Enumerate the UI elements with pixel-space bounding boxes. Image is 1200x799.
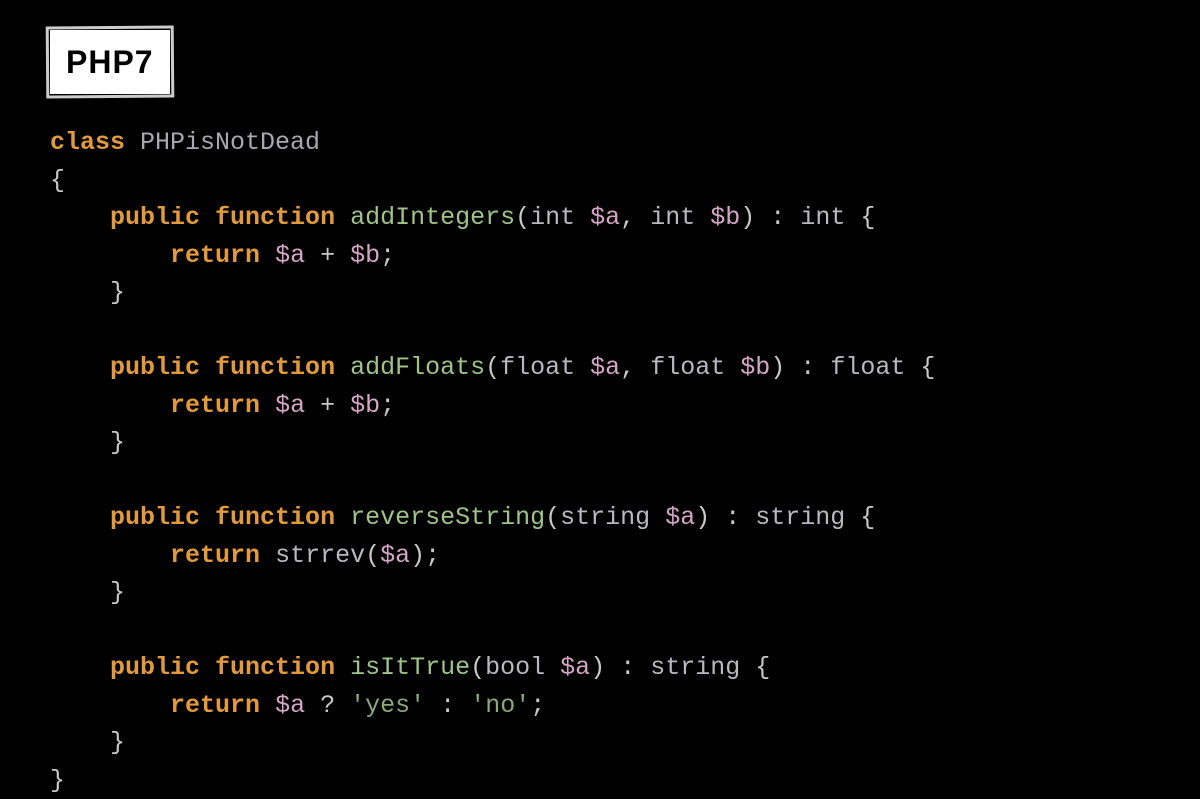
function-name: addFloats bbox=[350, 353, 485, 382]
var: $a bbox=[380, 541, 410, 570]
keyword-public: public bbox=[110, 653, 200, 682]
param-var: $a bbox=[560, 653, 590, 682]
keyword-return: return bbox=[170, 391, 260, 420]
var: $a bbox=[275, 241, 305, 270]
param-type: int bbox=[650, 203, 695, 232]
keyword-return: return bbox=[170, 241, 260, 270]
keyword-class: class bbox=[50, 128, 125, 157]
param-var: $a bbox=[590, 353, 620, 382]
keyword-public: public bbox=[110, 353, 200, 382]
string-literal: 'yes' bbox=[350, 691, 425, 720]
ternary-colon: : bbox=[440, 691, 455, 720]
keyword-function: function bbox=[215, 503, 335, 532]
keyword-public: public bbox=[110, 203, 200, 232]
function-name: addIntegers bbox=[350, 203, 515, 232]
keyword-function: function bbox=[215, 203, 335, 232]
var: $b bbox=[350, 241, 380, 270]
brace-open: { bbox=[50, 166, 65, 195]
param-type: float bbox=[500, 353, 575, 382]
operator: + bbox=[320, 391, 335, 420]
class-name: PHPisNotDead bbox=[140, 128, 320, 157]
param-type: bool bbox=[485, 653, 545, 682]
keyword-return: return bbox=[170, 691, 260, 720]
return-type: int bbox=[800, 203, 845, 232]
return-type: float bbox=[830, 353, 905, 382]
param-var: $b bbox=[710, 203, 740, 232]
function-name: isItTrue bbox=[350, 653, 470, 682]
keyword-function: function bbox=[215, 353, 335, 382]
param-var: $a bbox=[665, 503, 695, 532]
function-call: strrev bbox=[275, 541, 365, 570]
keyword-return: return bbox=[170, 541, 260, 570]
param-var: $b bbox=[740, 353, 770, 382]
var: $b bbox=[350, 391, 380, 420]
brace-close: } bbox=[50, 766, 65, 795]
return-type: string bbox=[650, 653, 740, 682]
php7-badge: PHP7 bbox=[50, 30, 170, 94]
keyword-function: function bbox=[215, 653, 335, 682]
code-block: class PHPisNotDead { public function add… bbox=[50, 124, 1150, 799]
ternary-q: ? bbox=[320, 691, 335, 720]
param-type: float bbox=[650, 353, 725, 382]
operator: + bbox=[320, 241, 335, 270]
string-literal: 'no' bbox=[470, 691, 530, 720]
param-type: string bbox=[560, 503, 650, 532]
var: $a bbox=[275, 691, 305, 720]
var: $a bbox=[275, 391, 305, 420]
param-var: $a bbox=[590, 203, 620, 232]
param-type: int bbox=[530, 203, 575, 232]
keyword-public: public bbox=[110, 503, 200, 532]
function-name: reverseString bbox=[350, 503, 545, 532]
return-type: string bbox=[755, 503, 845, 532]
